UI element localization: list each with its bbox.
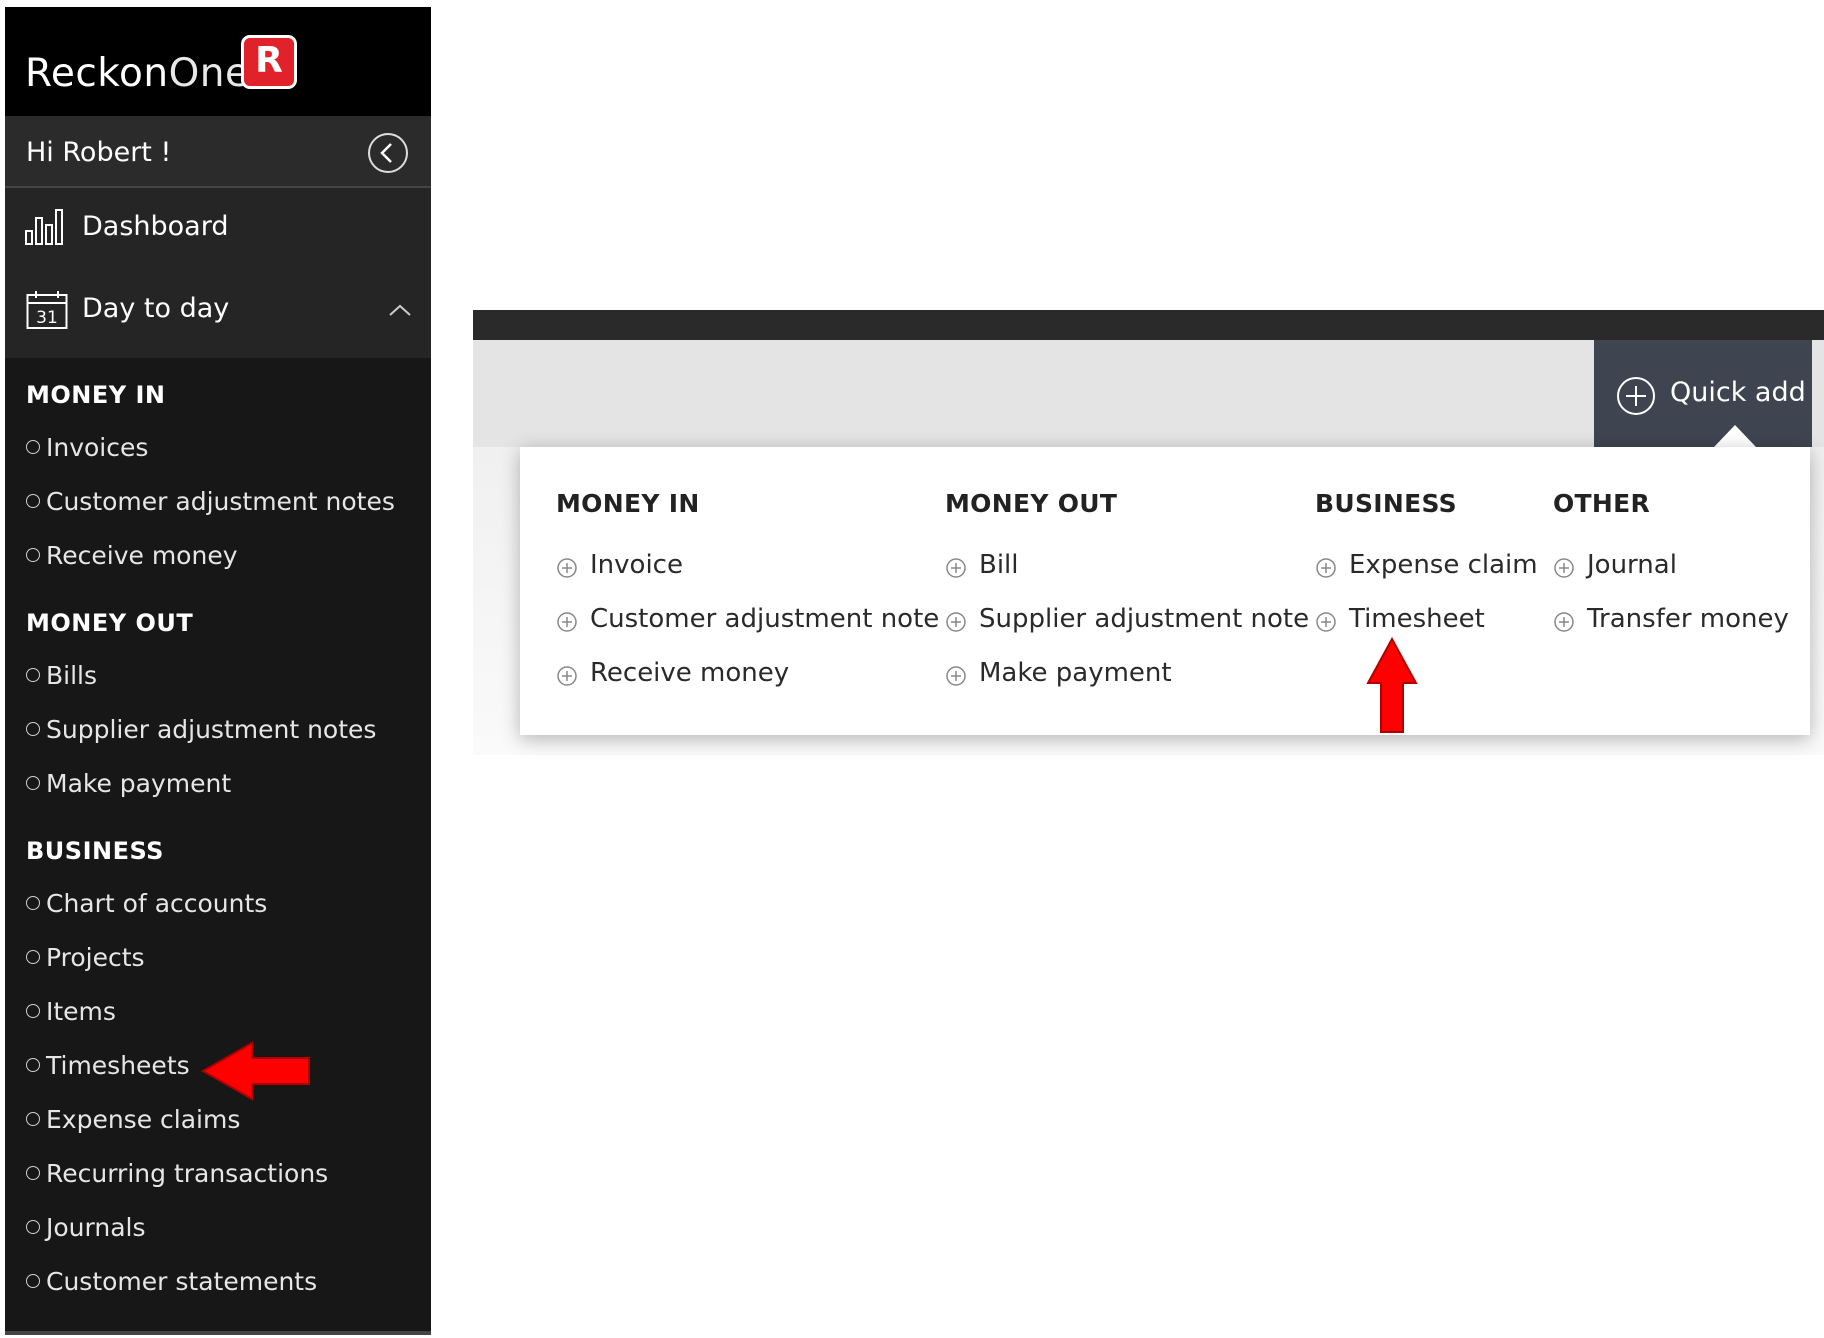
nav-top: Dashboard 31 Day to day xyxy=(5,188,431,358)
section-title-money-out: MONEY OUT xyxy=(26,609,194,637)
sidebar-item-recurring-transactions[interactable]: Recurring transactions xyxy=(26,1159,328,1188)
bar-chart-icon xyxy=(25,209,63,245)
plus-circle-icon xyxy=(1554,558,1574,578)
chevron-up-icon[interactable] xyxy=(388,303,412,317)
plus-circle-icon xyxy=(557,612,577,632)
logo-badge: R xyxy=(241,35,297,89)
plus-circle-icon xyxy=(557,558,577,578)
sidebar-item-chart-of-accounts[interactable]: Chart of accounts xyxy=(26,889,267,918)
circle-icon xyxy=(26,722,40,736)
annotation-arrow-up-icon xyxy=(1366,637,1418,733)
sidebar-item-supplier-adjustment-notes[interactable]: Supplier adjustment notes xyxy=(26,715,376,744)
circle-icon xyxy=(26,1004,40,1018)
menu-column-title-business: BUSINESS xyxy=(1315,489,1457,518)
chevron-left-icon xyxy=(380,143,392,163)
plus-circle-icon xyxy=(946,666,966,686)
sidebar-item-projects[interactable]: Projects xyxy=(26,943,145,972)
sidebar-item-journals[interactable]: Journals xyxy=(26,1213,146,1242)
circle-icon xyxy=(26,776,40,790)
circle-icon xyxy=(26,950,40,964)
dropdown-caret xyxy=(1714,425,1756,447)
sidebar-bottom-divider xyxy=(5,1331,431,1335)
sidebar: ReckonOne R Hi Robert ! Dashboard 31 Day… xyxy=(5,7,431,1335)
menu-column-title-money-out: MONEY OUT xyxy=(945,489,1118,518)
quick-add-menu: MONEY IN Invoice Customer adjustment not… xyxy=(520,447,1810,735)
sidebar-item-customer-statements[interactable]: Customer statements xyxy=(26,1267,317,1296)
nav-dashboard[interactable]: Dashboard xyxy=(5,188,431,268)
nav-day-to-day-label: Day to day xyxy=(82,293,230,324)
circle-icon xyxy=(26,1274,40,1288)
svg-text:31: 31 xyxy=(36,308,58,328)
sidebar-item-items[interactable]: Items xyxy=(26,997,116,1026)
quick-add-button[interactable]: Quick add xyxy=(1594,340,1812,447)
annotation-arrow-left-icon xyxy=(200,1041,310,1101)
greeting-text: Hi Robert ! xyxy=(26,137,172,168)
nav-day-to-day[interactable]: 31 Day to day xyxy=(5,270,431,350)
sidebar-item-make-payment[interactable]: Make payment xyxy=(26,769,231,798)
circle-icon xyxy=(26,896,40,910)
logo-bar: ReckonOne R xyxy=(5,7,431,116)
greeting-bar: Hi Robert ! xyxy=(5,116,431,188)
menu-column-title-money-in: MONEY IN xyxy=(556,489,700,518)
circle-icon xyxy=(26,668,40,682)
nav-dashboard-label: Dashboard xyxy=(82,211,229,242)
menu-column-title-other: OTHER xyxy=(1553,489,1651,518)
plus-circle-icon xyxy=(1316,612,1336,632)
plus-circle-icon xyxy=(1554,612,1574,632)
circle-icon xyxy=(26,1166,40,1180)
circle-icon xyxy=(26,1112,40,1126)
sidebar-item-bills[interactable]: Bills xyxy=(26,661,97,690)
circle-icon xyxy=(26,494,40,508)
sidebar-item-timesheets[interactable]: Timesheets xyxy=(26,1051,190,1080)
plus-circle-icon xyxy=(557,666,577,686)
collapse-sidebar-button[interactable] xyxy=(368,133,408,173)
circle-icon xyxy=(26,1058,40,1072)
logo: ReckonOne xyxy=(25,51,250,96)
plus-circle-icon xyxy=(946,612,966,632)
section-title-business: BUSINESS xyxy=(26,837,164,865)
plus-circle-icon xyxy=(1316,558,1336,578)
circle-icon xyxy=(26,440,40,454)
app-top-bar xyxy=(473,310,1824,340)
section-title-money-in: MONEY IN xyxy=(26,381,166,409)
sidebar-item-expense-claims[interactable]: Expense claims xyxy=(26,1105,240,1134)
circle-icon xyxy=(26,548,40,562)
quick-add-label: Quick add xyxy=(1670,377,1806,408)
sidebar-item-customer-adjustment-notes[interactable]: Customer adjustment notes xyxy=(26,487,395,516)
plus-circle-icon xyxy=(946,558,966,578)
circle-icon xyxy=(26,1220,40,1234)
plus-circle-icon xyxy=(1617,377,1655,415)
sidebar-item-receive-money[interactable]: Receive money xyxy=(26,541,238,570)
sidebar-item-invoices[interactable]: Invoices xyxy=(26,433,148,462)
calendar-icon: 31 xyxy=(26,291,68,329)
